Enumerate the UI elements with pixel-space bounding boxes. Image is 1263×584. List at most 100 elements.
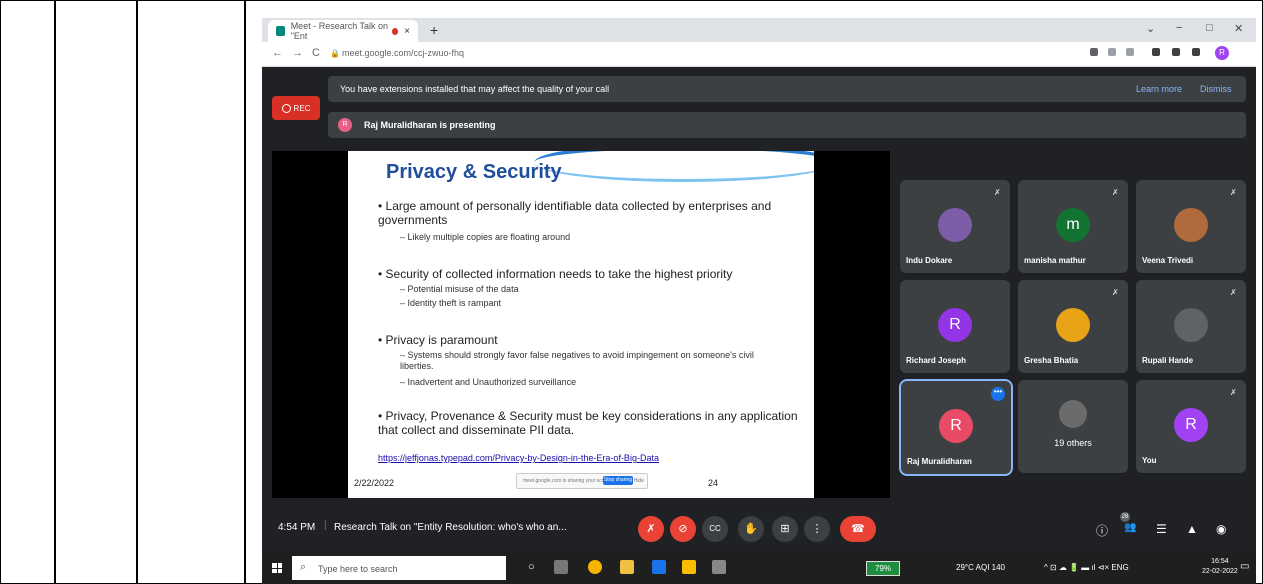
chevron-down-icon[interactable]: ⌄ <box>1146 22 1155 35</box>
raise-hand-button[interactable]: ✋ <box>738 516 764 542</box>
meeting-time: 4:54 PM <box>278 522 316 533</box>
url-input[interactable]: meet.google.com/ccj-zwuo-fhq <box>342 48 464 58</box>
end-call-button[interactable]: ☎ <box>840 516 876 542</box>
stop-sharing-button[interactable]: Stop sharing <box>603 476 633 485</box>
taskbar-clock[interactable]: 16:54 22-02-2022 <box>1202 557 1238 577</box>
back-button[interactable]: ← <box>272 47 283 59</box>
sticky-notes-icon[interactable] <box>682 560 696 574</box>
extensions-warning-banner: You have extensions installed that may a… <box>328 76 1246 102</box>
participant-tile[interactable]: ✗ m manisha mathur <box>1018 180 1128 273</box>
participant-tile[interactable]: R Richard Joseph <box>900 280 1010 373</box>
mic-off-icon: ✗ <box>994 188 1001 197</box>
star-icon[interactable] <box>1126 48 1134 56</box>
extension-icon[interactable] <box>1172 48 1180 56</box>
slide-sub-bullet: – Potential misuse of the data <box>400 284 519 294</box>
info-icon[interactable]: ⓘ <box>1096 522 1108 539</box>
meet-favicon-icon <box>276 26 285 36</box>
presenting-banner: R Raj Muralidharan is presenting <box>328 112 1246 138</box>
table-divider <box>54 0 56 584</box>
mic-off-button[interactable]: ✗ <box>638 516 664 542</box>
participant-tile[interactable]: ✗ Indu Dokare <box>900 180 1010 273</box>
mic-off-icon: ✗ <box>1230 188 1237 197</box>
system-tray-icons[interactable]: ^ ⊡ ☁ 🔋 ▬ ıl ⊲× ENG <box>1044 563 1129 572</box>
forward-button[interactable]: → <box>292 47 303 59</box>
more-options-button[interactable]: ⋮ <box>804 516 830 542</box>
chat-icon[interactable]: ☰ <box>1156 522 1167 536</box>
taskbar-search[interactable]: ⌕ Type here to search <box>292 556 506 580</box>
participant-avatar <box>1056 308 1090 342</box>
lock-icon: 🔒 <box>330 49 340 58</box>
participant-tile[interactable]: ✗ Veena Trivedi <box>1136 180 1246 273</box>
participant-name: Veena Trivedi <box>1142 256 1194 265</box>
participant-name: Rupali Hande <box>1142 356 1194 365</box>
record-icon <box>281 103 291 113</box>
slide: Privacy & Security • Large amount of per… <box>348 151 814 498</box>
participant-name: Richard Joseph <box>906 356 967 365</box>
camera-icon[interactable] <box>1090 48 1098 56</box>
mic-off-icon: ✗ <box>1112 188 1119 197</box>
share-notice: meet.google.com is sharing your screen. <box>523 478 614 484</box>
battery-indicator: 79% <box>866 561 900 576</box>
shield-icon[interactable]: ◉ <box>1216 522 1226 536</box>
slide-bullet: • Privacy, Provenance & Security must be… <box>378 409 798 437</box>
chrome-icon[interactable] <box>588 560 602 574</box>
others-tile[interactable]: 19 others <box>1018 380 1128 473</box>
close-window-button[interactable]: ✕ <box>1234 22 1243 35</box>
extension-icon[interactable] <box>1152 48 1160 56</box>
hide-button[interactable]: Hide <box>634 478 644 484</box>
search-icon: ⌕ <box>300 561 307 573</box>
captions-button[interactable]: CC <box>702 516 728 542</box>
task-view-icon[interactable] <box>554 560 568 574</box>
clock-time: 16:54 <box>1211 558 1229 565</box>
participant-tile-presenter[interactable]: ••• R Raj Muralidharan <box>899 379 1013 476</box>
participant-avatar <box>938 208 972 242</box>
dismiss-button[interactable]: Dismiss <box>1200 84 1232 94</box>
activities-icon[interactable]: ▲ <box>1186 522 1198 536</box>
search-placeholder: Type here to search <box>318 564 398 574</box>
app-l-icon[interactable] <box>652 560 666 574</box>
clock-date: 22-02-2022 <box>1202 568 1238 575</box>
present-button[interactable]: ⊞ <box>772 516 798 542</box>
participant-avatar: R <box>938 308 972 342</box>
mic-off-icon: ✗ <box>1230 388 1237 397</box>
slide-date: 2/22/2022 <box>354 478 395 488</box>
participant-name: You <box>1142 456 1157 465</box>
new-tab-button[interactable]: + <box>430 22 438 38</box>
slide-bullet: • Security of collected information need… <box>378 267 733 281</box>
camera-off-button[interactable]: ⊘ <box>670 516 696 542</box>
browser-tab[interactable]: Meet - Research Talk on "Ent × <box>268 20 418 42</box>
slide-bullet: • Large amount of personally identifiabl… <box>378 199 772 227</box>
windows-start-icon[interactable] <box>272 563 282 573</box>
file-explorer-icon[interactable] <box>620 560 634 574</box>
slide-sub-bullet: – Inadvertent and Unauthorized surveilla… <box>400 377 577 387</box>
more-options-button[interactable]: ••• <box>991 387 1005 401</box>
meeting-title: Research Talk on "Entity Resolution: who… <box>334 522 567 533</box>
puzzle-icon[interactable] <box>1192 48 1200 56</box>
people-count-badge: 28 <box>1120 512 1130 522</box>
share-icon[interactable] <box>1108 48 1116 56</box>
app-icon[interactable] <box>712 560 726 574</box>
participant-tile[interactable]: ✗ Rupali Hande <box>1136 280 1246 373</box>
minimize-button[interactable]: − <box>1176 22 1182 34</box>
weather-info[interactable]: 29°C AQI 140 <box>956 563 1005 572</box>
table-divider <box>244 0 246 584</box>
rec-label: REC <box>293 103 311 113</box>
participant-avatar: m <box>1056 208 1090 242</box>
tab-close-icon[interactable]: × <box>404 26 410 37</box>
slide-page-number: 24 <box>708 478 719 488</box>
learn-more-link[interactable]: Learn more <box>1136 84 1182 94</box>
reload-button[interactable]: C <box>312 47 320 59</box>
notification-icon[interactable]: ▭ <box>1240 561 1249 572</box>
participant-avatar: R <box>1174 408 1208 442</box>
tab-title: Meet - Research Talk on "Ent <box>290 21 389 41</box>
maximize-button[interactable]: □ <box>1206 22 1213 34</box>
self-tile[interactable]: ✗ R You <box>1136 380 1246 473</box>
slide-link[interactable]: https://jeffjonas.typepad.com/Privacy-by… <box>378 453 659 463</box>
browser-tab-strip: Meet - Research Talk on "Ent × + ⌄ − □ ✕ <box>262 18 1256 42</box>
participant-name: manisha mathur <box>1024 256 1086 265</box>
slide-sub-bullet: – Systems should strongly favor false ne… <box>400 350 754 371</box>
profile-avatar[interactable]: R <box>1215 46 1229 60</box>
participant-tile[interactable]: ✗ Gresha Bhatia <box>1018 280 1128 373</box>
cortana-icon[interactable]: ○ <box>528 561 535 573</box>
people-icon[interactable]: 👥 <box>1124 522 1136 533</box>
